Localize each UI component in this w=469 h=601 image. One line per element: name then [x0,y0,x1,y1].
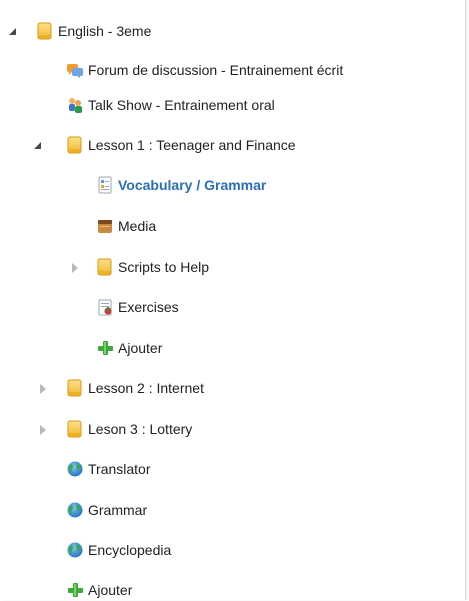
collapse-toggle-lesson1[interactable] [32,140,42,150]
folder-icon [66,420,84,438]
tree-item-vocabulary[interactable]: Vocabulary / Grammar [96,174,266,196]
tree-item-forum[interactable]: Forum de discussion - Entrainement écrit [66,59,343,81]
tree-item-exercises[interactable]: Exercises [96,296,179,318]
tree-item-scripts[interactable]: Scripts to Help [96,256,209,278]
tree-item-label: Translator [88,461,151,477]
tree-item-label: Exercises [118,299,179,315]
course-tree-panel: English - 3eme Forum de discussion - Ent… [0,0,466,600]
folder-icon [66,136,84,154]
tree-item-label: English - 3eme [58,23,152,39]
add-icon [96,339,114,357]
tree-item-add-root[interactable]: Ajouter [66,579,132,601]
media-icon [96,217,114,235]
collapse-toggle-root[interactable] [7,26,17,36]
add-icon [66,581,84,599]
tree-item-label: Encyclopedia [88,542,172,558]
tree-item-lesson3[interactable]: Leson 3 : Lottery [66,418,192,440]
tree-item-add-lesson[interactable]: Ajouter [96,337,162,359]
tree-item-talk-show[interactable]: Talk Show - Entrainement oral [66,94,275,116]
globe-icon [66,501,84,519]
tree-item-label: Media [118,218,157,234]
tree-item-label: Vocabulary / Grammar [118,177,267,193]
tree-item-root[interactable]: English - 3eme [36,20,151,42]
tree-item-label: Forum de discussion - Entrainement écrit [88,62,344,78]
expand-toggle-lesson2[interactable] [38,384,48,394]
tree-item-label: Lesson 1 : Teenager and Finance [88,137,296,153]
globe-icon [66,460,84,478]
tree-item-label: Lesson 2 : Internet [88,380,204,396]
globe-icon [66,541,84,559]
folder-icon [96,258,114,276]
tree-item-grammar[interactable]: Grammar [66,499,147,521]
exercises-icon [96,298,114,316]
folder-icon [36,22,54,40]
tree-item-label: Talk Show - Entrainement oral [88,97,275,113]
tree-item-label: Grammar [88,502,148,518]
tree-item-label: Scripts to Help [118,259,210,275]
expand-toggle-scripts[interactable] [70,263,80,273]
forum-icon [66,61,84,79]
tree-item-lesson1[interactable]: Lesson 1 : Teenager and Finance [66,134,296,156]
tree-item-label: Ajouter [88,582,133,598]
tree-item-media[interactable]: Media [96,215,156,237]
tree-item-encyclopedia[interactable]: Encyclopedia [66,539,171,561]
folder-icon [66,379,84,397]
tree-item-label: Ajouter [118,340,163,356]
tree-item-label: Leson 3 : Lottery [88,421,193,437]
talk-show-icon [66,96,84,114]
expand-toggle-lesson3[interactable] [38,425,48,435]
tree-item-translator[interactable]: Translator [66,458,151,480]
tree-item-lesson2[interactable]: Lesson 2 : Internet [66,377,204,399]
document-icon [96,176,114,194]
